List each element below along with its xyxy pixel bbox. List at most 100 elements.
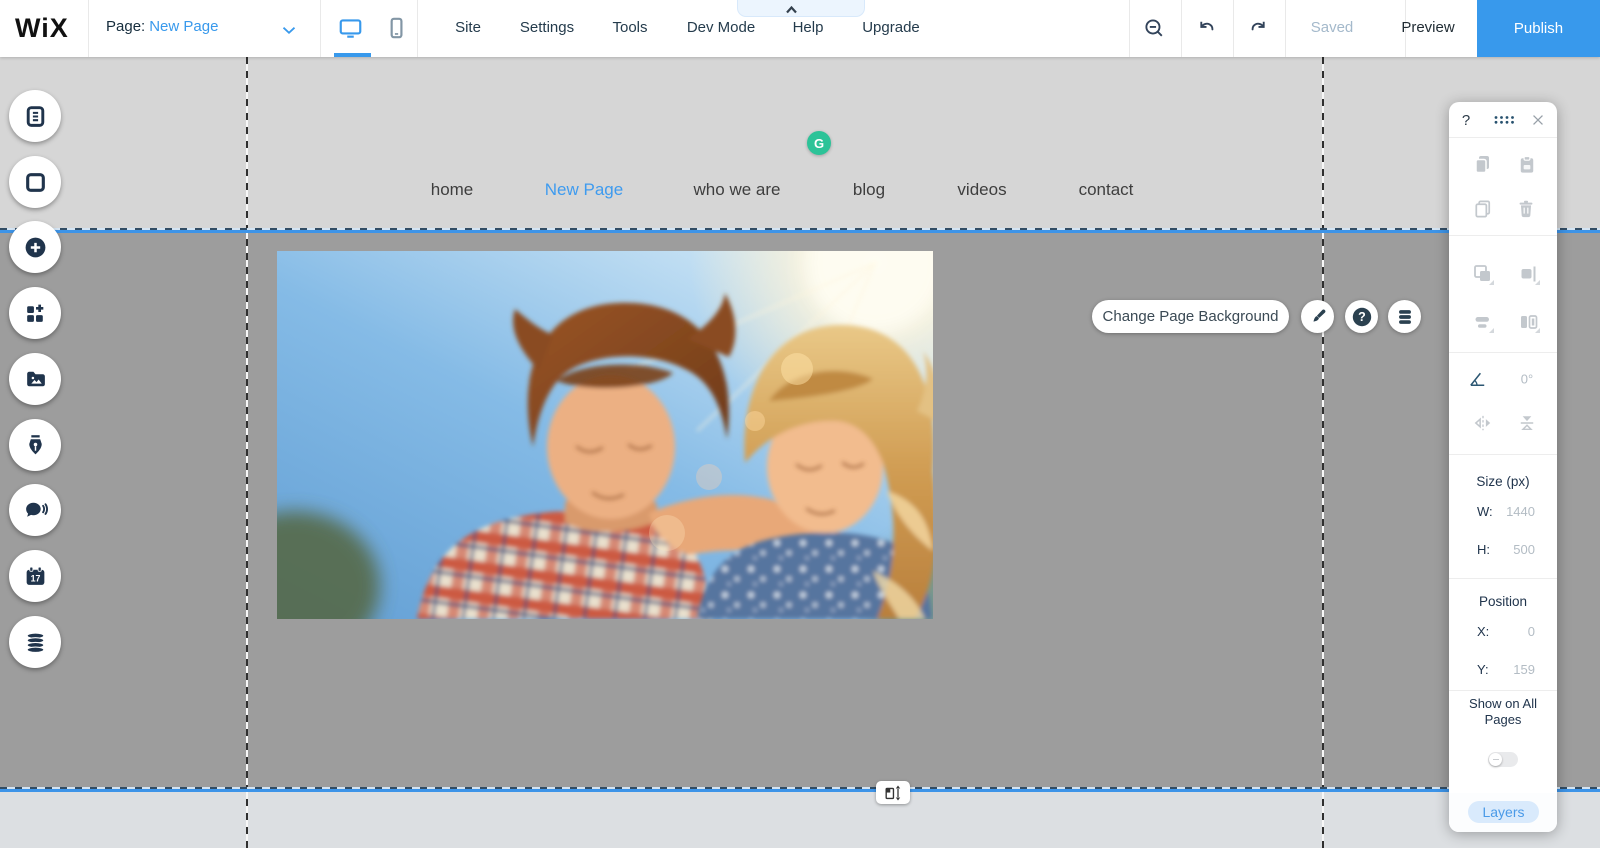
current-page-name: New Page bbox=[149, 18, 219, 35]
menu-settings[interactable]: Settings bbox=[520, 19, 574, 36]
panel-close-button[interactable] bbox=[1532, 114, 1545, 127]
topbar-divider bbox=[1129, 0, 1130, 57]
sidebar-item-bookings[interactable]: 17 bbox=[9, 550, 61, 602]
y-row: Y: 159 bbox=[1449, 662, 1557, 677]
panel-divider bbox=[1449, 235, 1557, 236]
chevron-down-icon[interactable] bbox=[278, 19, 300, 41]
question-icon: ? bbox=[1352, 307, 1371, 326]
add-icon bbox=[25, 237, 45, 257]
y-field[interactable]: 159 bbox=[1513, 662, 1535, 677]
sidebar-item-add-apps[interactable] bbox=[9, 287, 61, 339]
publish-button[interactable]: Publish bbox=[1477, 0, 1600, 57]
redo-button[interactable] bbox=[1246, 16, 1272, 42]
toggle-knob bbox=[1489, 753, 1502, 766]
width-field[interactable]: 1440 bbox=[1506, 504, 1535, 519]
sidebar-item-page-background[interactable] bbox=[9, 156, 61, 208]
preview-button[interactable]: Preview bbox=[1401, 19, 1454, 36]
close-icon bbox=[1533, 115, 1543, 125]
angle-icon bbox=[1470, 372, 1485, 386]
topbar-divider bbox=[1181, 0, 1182, 57]
sidebar-item-blog[interactable] bbox=[9, 419, 61, 471]
distribute-button[interactable] bbox=[1471, 310, 1495, 334]
menu-help[interactable]: Help bbox=[793, 19, 824, 36]
saved-status[interactable]: Saved bbox=[1311, 19, 1354, 36]
editor-topbar: WiX Page: New Page Site Settings Tools De… bbox=[0, 0, 1600, 57]
menu-upgrade[interactable]: Upgrade bbox=[862, 19, 920, 36]
menu-site[interactable]: Site bbox=[455, 19, 481, 36]
desktop-view-button[interactable] bbox=[337, 15, 367, 43]
active-device-indicator bbox=[334, 53, 371, 57]
stack-icon bbox=[1398, 309, 1411, 324]
layers-stack-button[interactable] bbox=[1388, 300, 1421, 333]
show-on-all-pages-toggle[interactable] bbox=[1488, 752, 1518, 767]
photo-illustration bbox=[277, 251, 933, 619]
background-help-button[interactable]: ? bbox=[1345, 300, 1378, 333]
site-nav-videos[interactable]: videos bbox=[957, 180, 1006, 200]
page-photo-two-children[interactable] bbox=[277, 251, 933, 619]
redo-icon bbox=[1251, 21, 1265, 31]
layers-button[interactable]: Layers bbox=[1468, 801, 1539, 823]
page-switcher[interactable]: Page: New Page bbox=[106, 18, 218, 35]
rotation-value[interactable]: 0° bbox=[1521, 372, 1533, 387]
height-label: H: bbox=[1477, 542, 1490, 557]
site-nav-contact[interactable]: contact bbox=[1079, 180, 1134, 200]
undo-button[interactable] bbox=[1194, 16, 1220, 42]
menu-tools[interactable]: Tools bbox=[612, 19, 647, 36]
panel-footer: Layers bbox=[1449, 793, 1557, 832]
copy-button[interactable] bbox=[1471, 152, 1495, 176]
paintbrush-icon bbox=[1313, 309, 1325, 322]
sidebar-item-chat[interactable] bbox=[9, 484, 61, 536]
duplicate-button[interactable] bbox=[1472, 198, 1495, 221]
sidebar-item-content-manager[interactable] bbox=[9, 616, 61, 668]
height-row: H: 500 bbox=[1449, 542, 1557, 557]
position-section-title: Position bbox=[1478, 594, 1528, 609]
height-field[interactable]: 500 bbox=[1513, 542, 1535, 557]
paintbrush-button[interactable] bbox=[1301, 300, 1334, 333]
canvas-footer-strip[interactable] bbox=[0, 788, 1600, 848]
align-button[interactable] bbox=[1517, 262, 1541, 286]
site-nav-new-page[interactable]: New Page bbox=[545, 180, 623, 200]
x-field[interactable]: 0 bbox=[1528, 624, 1535, 639]
arrange-button[interactable] bbox=[1471, 262, 1495, 286]
paste-button[interactable] bbox=[1516, 154, 1539, 177]
sidebar-item-menus-pages[interactable] bbox=[9, 90, 61, 142]
copy-icon bbox=[1475, 156, 1489, 174]
zoom-out-button[interactable] bbox=[1142, 16, 1168, 42]
flip-horizontal-button[interactable] bbox=[1472, 412, 1495, 435]
wix-logo[interactable]: WiX bbox=[15, 13, 69, 44]
panel-drag-handle[interactable] bbox=[1494, 115, 1517, 125]
topbar-divider bbox=[417, 0, 418, 57]
site-nav-home[interactable]: home bbox=[431, 180, 474, 200]
rotate-button[interactable] bbox=[1467, 368, 1490, 391]
size-section-title: Size (px) bbox=[1476, 474, 1530, 489]
topbar-divider bbox=[88, 0, 89, 57]
site-nav-blog[interactable]: blog bbox=[853, 180, 885, 200]
topbar-collapse-tab[interactable] bbox=[737, 0, 865, 17]
x-label: X: bbox=[1477, 624, 1490, 639]
section-top-boundary bbox=[0, 228, 1600, 233]
match-size-button[interactable] bbox=[1517, 310, 1541, 334]
width-label: W: bbox=[1477, 504, 1493, 519]
delete-button[interactable] bbox=[1515, 198, 1537, 220]
background-icon bbox=[25, 172, 45, 192]
mobile-view-button[interactable] bbox=[383, 15, 413, 43]
grammarly-icon[interactable]: G bbox=[807, 131, 831, 155]
flip-vertical-button[interactable] bbox=[1516, 412, 1539, 435]
y-label: Y: bbox=[1477, 662, 1489, 677]
mobile-icon bbox=[390, 17, 403, 39]
site-nav-who-we-are[interactable]: who we are bbox=[694, 180, 781, 200]
wix-editor: home New Page who we are blog videos con… bbox=[0, 0, 1600, 848]
panel-help-button[interactable]: ? bbox=[1462, 112, 1470, 129]
menu-dev-mode[interactable]: Dev Mode bbox=[687, 19, 755, 36]
panel-divider bbox=[1449, 137, 1557, 138]
match-size-icon bbox=[1521, 315, 1540, 333]
canvas-header-strip[interactable] bbox=[0, 57, 1600, 230]
arrange-icon bbox=[1474, 265, 1494, 285]
change-page-background-button[interactable]: Change Page Background bbox=[1092, 300, 1289, 333]
sidebar-item-add-elements[interactable] bbox=[9, 221, 61, 273]
topbar-divider bbox=[1233, 0, 1234, 57]
flip-horizontal-icon bbox=[1474, 415, 1491, 431]
sidebar-item-media[interactable] bbox=[9, 353, 61, 405]
panel-divider bbox=[1449, 352, 1557, 353]
section-stretch-handle[interactable] bbox=[876, 781, 910, 804]
